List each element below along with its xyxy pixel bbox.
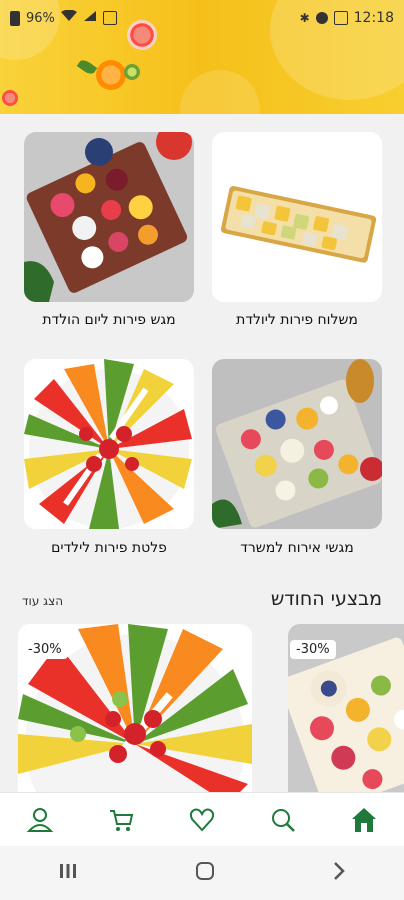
cart-icon [110, 810, 134, 831]
kids-vegetable-platter-image [24, 359, 194, 529]
signal-icon [83, 10, 97, 26]
discount-badge: -30% [290, 640, 336, 659]
category-label-kids[interactable]: פלטת פירות לילדים [18, 540, 200, 556]
nfc-icon [102, 11, 117, 25]
chevron-right-icon [333, 862, 345, 880]
profile-nav-button[interactable] [18, 798, 62, 842]
deal-card-vegetable[interactable]: -30% [18, 624, 252, 792]
orange-decoration [96, 60, 126, 90]
settings-status-icon: ✱ [299, 11, 310, 25]
category-label-newborn[interactable]: משלוח פירות ליולדת [206, 312, 388, 328]
grapefruit-small-decoration [2, 90, 18, 106]
status-bar: 96% ✱ 12:18 [0, 0, 404, 36]
back-button[interactable] [332, 861, 346, 885]
birthday-fruit-platter-image [24, 132, 194, 302]
battery-level: 96% [26, 10, 55, 26]
favorites-nav-button[interactable] [180, 798, 224, 842]
home-circle-icon [195, 862, 214, 880]
home-icon [351, 808, 376, 832]
search-nav-button[interactable] [261, 798, 305, 842]
home-system-button[interactable] [195, 861, 215, 885]
category-card-kids[interactable] [24, 359, 194, 529]
profile-icon [27, 808, 54, 832]
kiwi-decoration [124, 64, 140, 80]
battery-icon [10, 10, 20, 26]
app-status-icon [315, 12, 328, 24]
recent-apps-icon [60, 864, 77, 878]
office-hosting-platter-image [212, 359, 382, 529]
category-label-birthday[interactable]: מגש פירות ליום הולדת [18, 312, 200, 328]
cart-nav-button[interactable] [99, 798, 143, 842]
fruit-tray-wrapped-image [212, 132, 382, 302]
category-label-office[interactable]: מגשי אירוח למשרד [206, 540, 388, 556]
recent-apps-button[interactable] [58, 862, 78, 884]
wifi-icon [60, 9, 77, 26]
category-card-office[interactable] [212, 359, 382, 529]
clock: 12:18 [353, 10, 394, 26]
search-icon [271, 809, 295, 832]
discount-badge: -30% [22, 640, 68, 659]
deals-section-title: מבצעי החודש [270, 588, 382, 610]
category-card-newborn[interactable] [212, 132, 382, 302]
system-navigation-bar [0, 846, 404, 900]
deal-card-fruit[interactable]: -30% [288, 624, 404, 792]
bottom-navigation [0, 792, 404, 847]
main-content: משלוח פירות ליולדת מגש פירות ליום הולדת [0, 114, 404, 792]
home-nav-button[interactable] [342, 798, 386, 842]
deals-more-link[interactable]: הצג עוד [22, 594, 63, 608]
leaf-decoration [76, 57, 98, 77]
notification-status-icon [333, 11, 348, 25]
category-card-birthday[interactable] [24, 132, 194, 302]
heart-icon [189, 808, 215, 832]
